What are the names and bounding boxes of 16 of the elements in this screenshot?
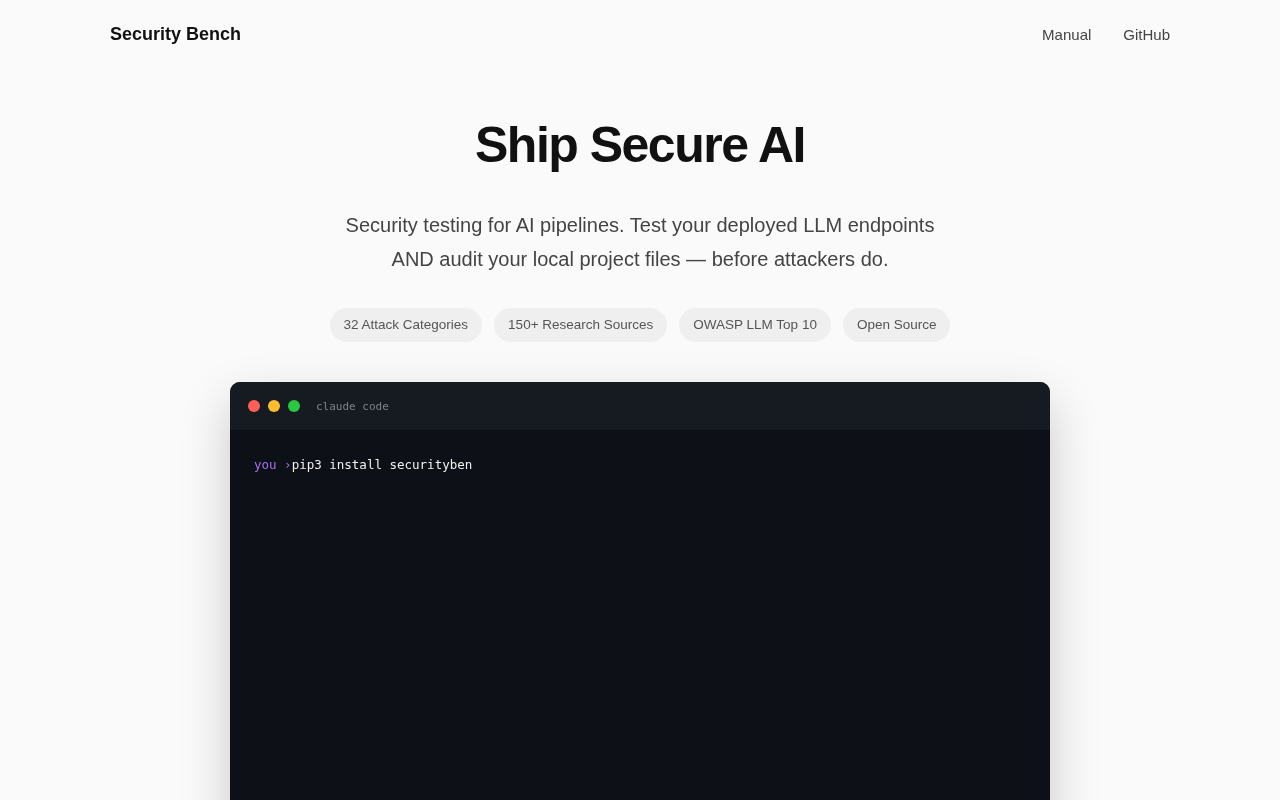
terminal-title: claude code xyxy=(316,399,389,413)
feature-badge: 150+ Research Sources xyxy=(494,308,668,342)
hero-subtitle: Security testing for AI pipelines. Test your deployed LLM endpoints xyxy=(345,213,935,238)
feature-badge: 32 Attack Categories xyxy=(329,308,483,342)
nav-link[interactable]: Manual xyxy=(1042,25,1092,43)
terminal-prompt: you › xyxy=(254,457,292,472)
window-dot[interactable] xyxy=(268,400,280,412)
nav-link[interactable]: GitHub xyxy=(1123,25,1170,43)
hero-subtitle: AND audit your local project files — before attackers do. xyxy=(391,247,889,272)
window-dot[interactable] xyxy=(288,400,300,412)
brand-link[interactable]: Security Bench xyxy=(110,23,242,45)
hero-title: Ship Secure AI xyxy=(475,116,805,175)
feature-badge: Open Source xyxy=(842,308,951,342)
window-dot[interactable] xyxy=(248,400,260,412)
terminal-command: pip3 install securityben xyxy=(291,457,473,472)
feature-badge: OWASP LLM Top 10 xyxy=(679,308,831,342)
